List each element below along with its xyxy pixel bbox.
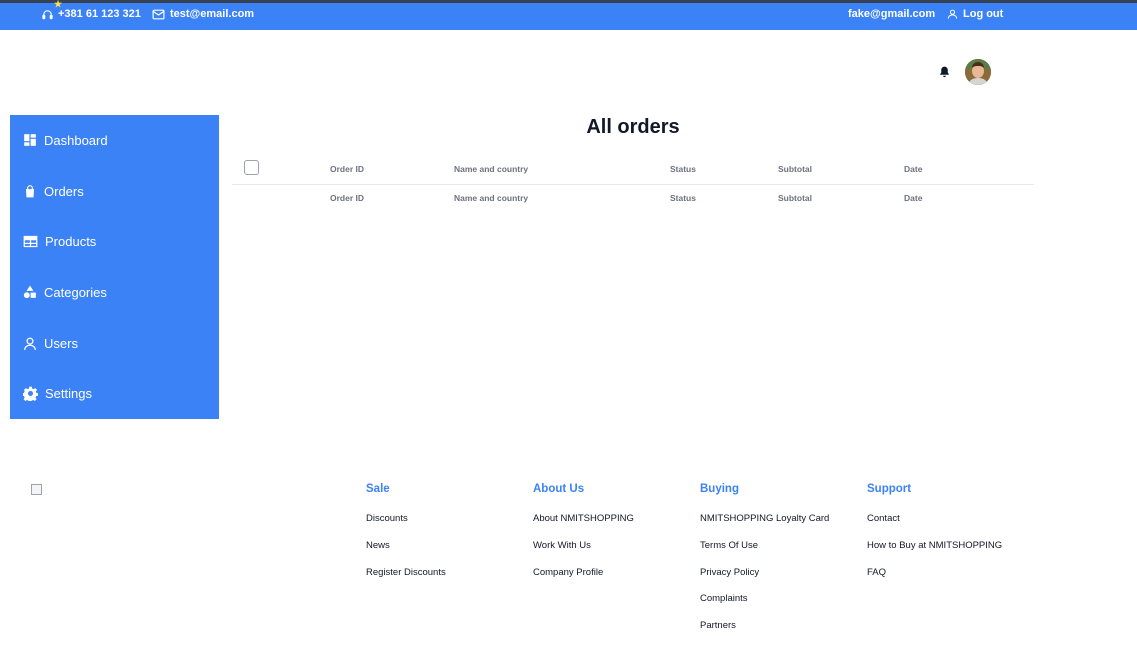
footer-column-support: Support Contact How to Buy at NMITSHOPPI… <box>867 483 1027 592</box>
column-footer-date: Date <box>904 193 923 203</box>
footer-link-terms-of-use[interactable]: Terms Of Use <box>700 539 860 566</box>
top-bar: ★ +381 61 123 321 test@email.com fake@gm… <box>0 0 1137 30</box>
footer-column-buying: Buying NMITSHOPPING Loyalty Card Terms O… <box>700 483 860 646</box>
sidebar-item-label: Dashboard <box>44 132 108 148</box>
sidebar-item-categories[interactable]: Categories <box>23 281 107 303</box>
sidebar-item-users[interactable]: Users <box>23 332 78 354</box>
bell-icon[interactable] <box>938 65 951 84</box>
footer-link-faq[interactable]: FAQ <box>867 566 1027 593</box>
column-header-subtotal[interactable]: Subtotal <box>778 164 812 174</box>
footer-link-partners[interactable]: Partners <box>700 619 860 646</box>
user-outline-icon <box>947 8 958 20</box>
sidebar-item-label: Users <box>44 335 78 351</box>
sidebar: Dashboard Orders Products Categories Use… <box>10 115 219 419</box>
gear-icon <box>23 386 38 401</box>
footer-link-complaints[interactable]: Complaints <box>700 592 860 619</box>
sidebar-item-label: Categories <box>44 284 107 300</box>
footer-link-contact[interactable]: Contact <box>867 512 1027 539</box>
footer-link-work-with-us[interactable]: Work With Us <box>533 539 693 566</box>
sidebar-item-dashboard[interactable]: Dashboard <box>23 129 108 151</box>
headset-icon <box>42 9 53 20</box>
contact-email: test@email.com <box>170 8 255 20</box>
select-all-checkbox[interactable] <box>244 160 259 175</box>
dashboard-icon <box>23 133 37 147</box>
footer-link-loyalty-card[interactable]: NMITSHOPPING Loyalty Card <box>700 512 860 539</box>
footer-column-title: Sale <box>366 483 390 495</box>
user-email[interactable]: fake@gmail.com <box>848 8 935 20</box>
column-header-name-country[interactable]: Name and country <box>454 164 528 174</box>
column-footer-order-id: Order ID <box>330 193 365 203</box>
phone-contact[interactable]: +381 61 123 321 <box>42 8 141 20</box>
shopping-bag-icon <box>23 184 37 199</box>
user-avatar[interactable] <box>965 59 991 85</box>
logout-label: Log out <box>963 8 1004 20</box>
email-contact[interactable]: test@email.com <box>152 8 254 20</box>
footer-logo-broken-image[interactable] <box>31 484 42 495</box>
footer-column-title: Buying <box>700 483 739 495</box>
page-title: All orders <box>586 116 680 138</box>
column-footer-subtotal: Subtotal <box>778 193 812 203</box>
footer-column-sale: Sale Discounts News Register Discounts <box>366 483 526 592</box>
column-header-status[interactable]: Status <box>670 164 696 174</box>
sidebar-item-settings[interactable]: Settings <box>23 382 92 404</box>
phone-number: +381 61 123 321 <box>58 8 141 20</box>
footer-link-discounts[interactable]: Discounts <box>366 512 526 539</box>
footer-link-register-discounts[interactable]: Register Discounts <box>366 566 526 593</box>
footer-column-title: Support <box>867 483 912 495</box>
sidebar-item-label: Orders <box>44 183 84 199</box>
shapes-icon <box>23 285 37 299</box>
footer-link-about[interactable]: About NMITSHOPPING <box>533 512 693 539</box>
table-header: Order ID Name and country Status Subtota… <box>232 155 1034 185</box>
column-footer-name-country: Name and country <box>454 193 529 203</box>
column-footer-status: Status <box>670 193 696 203</box>
footer-link-privacy-policy[interactable]: Privacy Policy <box>700 566 860 593</box>
sidebar-item-label: Settings <box>45 385 92 401</box>
column-header-order-id[interactable]: Order ID <box>330 164 364 174</box>
footer-column-title: About Us <box>533 483 585 495</box>
user-email-text: fake@gmail.com <box>848 8 936 20</box>
footer-link-company-profile[interactable]: Company Profile <box>533 566 693 593</box>
sidebar-item-orders[interactable]: Orders <box>23 180 84 202</box>
user-icon <box>23 336 37 351</box>
footer-link-news[interactable]: News <box>366 539 526 566</box>
sidebar-item-label: Products <box>45 233 97 249</box>
mail-icon <box>152 9 165 20</box>
logout-button[interactable]: Log out <box>947 8 1003 20</box>
footer-link-how-to-buy[interactable]: How to Buy at NMITSHOPPING <box>867 539 1027 566</box>
table-footer: Order ID Name and country Status Subtota… <box>232 187 1034 213</box>
footer-column-about-us: About Us About NMITSHOPPING Work With Us… <box>533 483 693 592</box>
column-header-date[interactable]: Date <box>904 164 922 174</box>
sidebar-item-products[interactable]: Products <box>23 230 96 252</box>
table-icon <box>23 235 38 248</box>
